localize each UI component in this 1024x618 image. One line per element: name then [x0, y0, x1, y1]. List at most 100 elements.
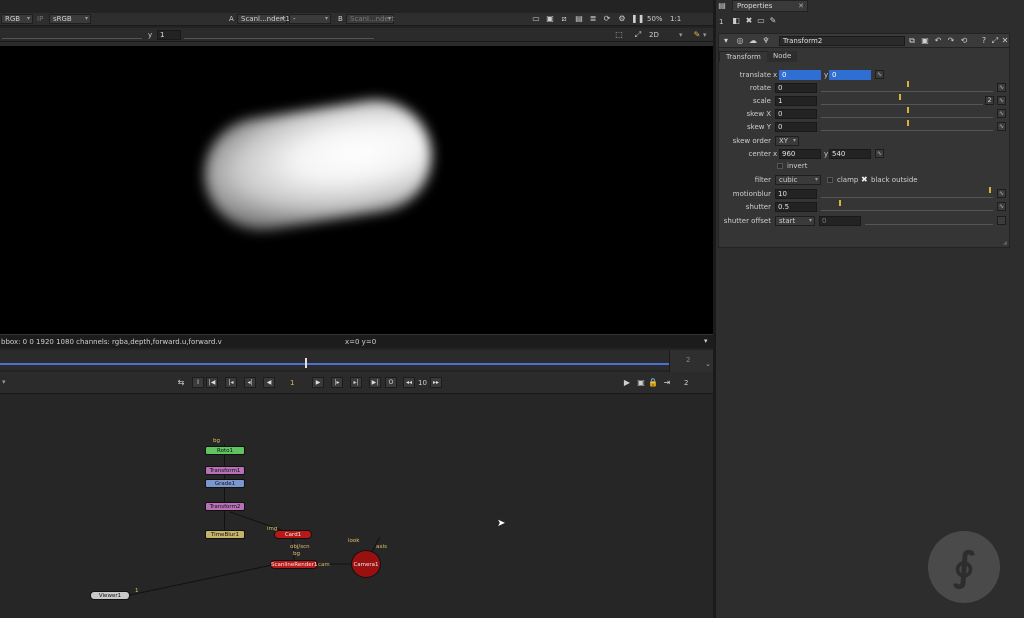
in-point-button[interactable]: I — [192, 377, 204, 388]
ab-operation-dropdown[interactable]: - — [289, 14, 331, 24]
float-panel-icon[interactable]: ▭ — [756, 16, 766, 26]
shutter-slider[interactable] — [821, 200, 993, 211]
lock-panel-icon[interactable]: ◧ — [731, 16, 741, 26]
view-mode-label[interactable]: 2D — [649, 31, 659, 39]
motionblur-curve-icon[interactable]: ∿ — [997, 189, 1006, 198]
zoom-level[interactable]: 50% — [647, 15, 663, 23]
playhead[interactable] — [305, 358, 307, 368]
gamma-field[interactable]: 1 — [157, 30, 181, 40]
lines-icon[interactable]: ≣ — [588, 14, 598, 24]
center-y-field[interactable]: 540 — [829, 149, 871, 159]
shutter-field[interactable]: 0.5 — [775, 202, 817, 212]
node-card1[interactable]: Card1 — [274, 530, 312, 539]
skew-order-dropdown[interactable]: XY — [775, 136, 799, 146]
rotate-field[interactable]: 0 — [775, 83, 817, 93]
panel-menu-icon[interactable]: ▤ — [717, 1, 727, 11]
fps-dropdown-icon[interactable]: ▾ — [2, 378, 6, 386]
node-transform1[interactable]: Transform1 — [205, 466, 245, 475]
out-point-button[interactable]: O — [385, 377, 397, 388]
shutter-curve-icon[interactable]: ∿ — [997, 202, 1006, 211]
black-outside-check-icon[interactable]: ✖ — [861, 175, 868, 184]
play-forward-button[interactable]: ▶ — [312, 377, 324, 388]
clear-panel-icon[interactable]: ✖ — [744, 16, 754, 26]
redo-icon[interactable]: ↷ — [946, 36, 956, 46]
paste-icon[interactable]: ▣ — [920, 36, 930, 46]
motionblur-field[interactable]: 10 — [775, 189, 817, 199]
roi-icon[interactable]: ▭ — [531, 14, 541, 24]
range-icon[interactable]: ⇥ — [662, 378, 672, 388]
scale-slider[interactable] — [821, 94, 983, 105]
expand-icon[interactable]: ▾ — [704, 337, 708, 345]
skew-x-curve-icon[interactable]: ∿ — [997, 109, 1006, 118]
skew-y-field[interactable]: 0 — [775, 122, 817, 132]
pixel-ratio[interactable]: 1:1 — [670, 15, 681, 23]
node-roto1[interactable]: Roto1 — [205, 446, 245, 455]
rotate-curve-icon[interactable]: ∿ — [997, 83, 1006, 92]
shutter-offset-value[interactable]: 0 — [819, 216, 861, 226]
gain-slider[interactable] — [2, 31, 142, 39]
center-curve-icon[interactable]: ∿ — [875, 149, 884, 158]
close-tab-icon[interactable]: ✕ — [798, 1, 804, 11]
paint-dropdown-icon[interactable]: ▾ — [703, 31, 707, 39]
gain-icon[interactable]: ▤ — [574, 14, 584, 24]
next-frame-button[interactable]: |▸ — [331, 377, 343, 388]
shutter-offset-dropdown[interactable]: start — [775, 216, 815, 226]
rotate-slider[interactable] — [821, 81, 993, 92]
resize-grip-icon[interactable]: ◢ — [1003, 240, 1007, 246]
filter-dropdown[interactable]: cubic — [775, 175, 821, 185]
axis-icon[interactable]: ⤢ — [633, 30, 643, 40]
help-icon[interactable]: ? — [979, 36, 989, 46]
prev-keyframe-button[interactable]: |◂ — [225, 377, 237, 388]
a-input-dropdown[interactable]: Scanl...ndert1 — [237, 14, 290, 24]
skew-x-slider[interactable] — [821, 107, 993, 118]
revert-icon[interactable]: ⟲ — [959, 36, 969, 46]
colorspace-dropdown[interactable]: sRGB — [49, 14, 91, 24]
playback-mode-icon[interactable]: ⇆ — [176, 378, 186, 388]
end-frame[interactable]: 2 — [684, 379, 688, 387]
skip-back-button[interactable]: ◂◂ — [403, 377, 415, 388]
float-icon[interactable]: ⤢ — [990, 36, 1000, 46]
view-mode-dropdown-icon[interactable]: ▾ — [679, 31, 683, 39]
properties-tab[interactable]: Properties ✕ — [732, 0, 808, 12]
tab-node[interactable]: Node — [767, 51, 798, 62]
clamp-checkbox[interactable] — [827, 177, 833, 183]
invert-checkbox[interactable] — [777, 163, 783, 169]
prev-frame-button[interactable]: ◂| — [244, 377, 256, 388]
gear-icon[interactable]: ⚙ — [617, 14, 627, 24]
node-graph[interactable]: bg Roto1 Transform1 Grade1 Transform2 Ti… — [0, 395, 713, 618]
node-grade1[interactable]: Grade1 — [205, 479, 245, 488]
scale-field[interactable]: 1 — [775, 96, 817, 106]
scale-separate-button[interactable]: 2 — [985, 96, 994, 105]
center-node-icon[interactable]: ◎ — [735, 36, 745, 46]
node-color-icon[interactable]: ♆ — [761, 36, 771, 46]
node-transform2[interactable]: Transform2 — [205, 502, 245, 511]
flipbook-icon[interactable]: ▶ — [622, 378, 632, 388]
pause-icon[interactable]: ❚❚ — [631, 14, 644, 24]
first-frame-button[interactable]: |◀ — [206, 377, 218, 388]
refresh-icon[interactable]: ⟳ — [602, 14, 612, 24]
motionblur-slider[interactable] — [821, 187, 993, 198]
tab-transform[interactable]: Transform — [719, 51, 768, 62]
skip-forward-button[interactable]: ▸▸ — [430, 377, 442, 388]
node-timeblur1[interactable]: TimeBlur1 — [205, 530, 245, 539]
lock-icon[interactable]: 🔒 — [648, 378, 658, 388]
ip-label[interactable]: IP — [37, 15, 43, 23]
current-frame[interactable]: 1 — [290, 379, 294, 387]
max-panels-field[interactable]: 1 — [719, 18, 723, 26]
region-select-icon[interactable]: ⬚ — [614, 30, 624, 40]
undo-icon[interactable]: ↶ — [933, 36, 943, 46]
paint-icon[interactable]: ✎ — [692, 30, 702, 40]
edit-panel-icon[interactable]: ✎ — [768, 16, 778, 26]
skew-y-curve-icon[interactable]: ∿ — [997, 122, 1006, 131]
scale-curve-icon[interactable]: ∿ — [997, 96, 1006, 105]
gamma-slider[interactable] — [184, 31, 374, 39]
node-name-field[interactable]: Transform2 — [779, 36, 905, 46]
clipping-icon[interactable]: ▣ — [545, 14, 555, 24]
close-icon[interactable]: ✕ — [1000, 36, 1010, 46]
translate-y-field[interactable]: 0 — [829, 70, 871, 80]
channel-dropdown[interactable]: RGB — [1, 14, 33, 24]
copy-icon[interactable]: ⧉ — [907, 36, 917, 46]
shutter-offset-slider[interactable] — [865, 215, 993, 225]
last-frame-button[interactable]: ▶| — [369, 377, 381, 388]
viewer-canvas[interactable] — [0, 46, 713, 334]
